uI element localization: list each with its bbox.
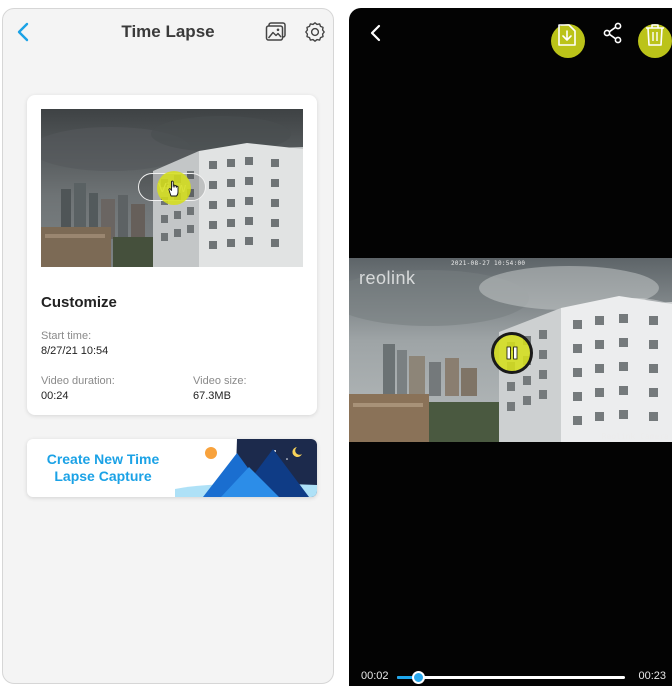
back-arrow-icon[interactable] [367,22,385,44]
video-thumbnail[interactable]: View [41,109,303,267]
progress-handle[interactable] [411,671,425,684]
video-frame[interactable]: reolink 2021-08-27 10:54:00 Reolink Came… [349,258,672,442]
create-time-lapse-banner[interactable]: Create New Time Lapse Capture [27,439,317,497]
time-lapse-list-screen: Time Lapse Customize Start time: 8/27/21… [2,8,334,684]
share-icon[interactable] [603,22,623,44]
camera-name-overlay: Reolink Camera [601,432,669,441]
header: Time Lapse [3,9,333,55]
video-duration-value: 00:24 [41,390,69,402]
create-time-lapse-label: Create New Time Lapse Capture [46,451,160,484]
pause-button[interactable] [491,332,533,374]
progress-track[interactable] [397,671,625,684]
hand-pointer-icon [168,180,179,197]
start-time-label: Start time: [41,330,92,342]
video-timestamp: 2021-08-27 10:54:00 [451,260,526,267]
video-player-screen: reolink 2021-08-27 10:54:00 Reolink Came… [349,8,672,686]
video-size-value: 67.3MB [193,390,231,402]
playback-bar: 00:02 00:23 [349,666,672,686]
tap-indicator-icon [157,171,191,205]
current-time: 00:02 [361,670,389,682]
time-lapse-name: Customize [41,294,117,311]
pause-icon [506,346,518,360]
gear-icon[interactable] [304,21,326,43]
gallery-icon[interactable] [265,21,287,43]
trash-icon[interactable] [643,22,667,48]
reolink-watermark: reolink [359,268,416,288]
video-size-label: Video size: [193,375,247,387]
start-time-value: 8/27/21 10:54 [41,345,109,357]
download-icon[interactable] [555,22,579,48]
screenshot-stage: Time Lapse Customize Start time: 8/27/21… [0,0,672,686]
total-time: 00:23 [638,670,666,682]
video-duration-label: Video duration: [41,375,115,387]
mountain-illustration-icon [175,439,317,497]
time-lapse-card[interactable]: View Customize Start time: 8/27/21 10:54… [27,95,317,415]
